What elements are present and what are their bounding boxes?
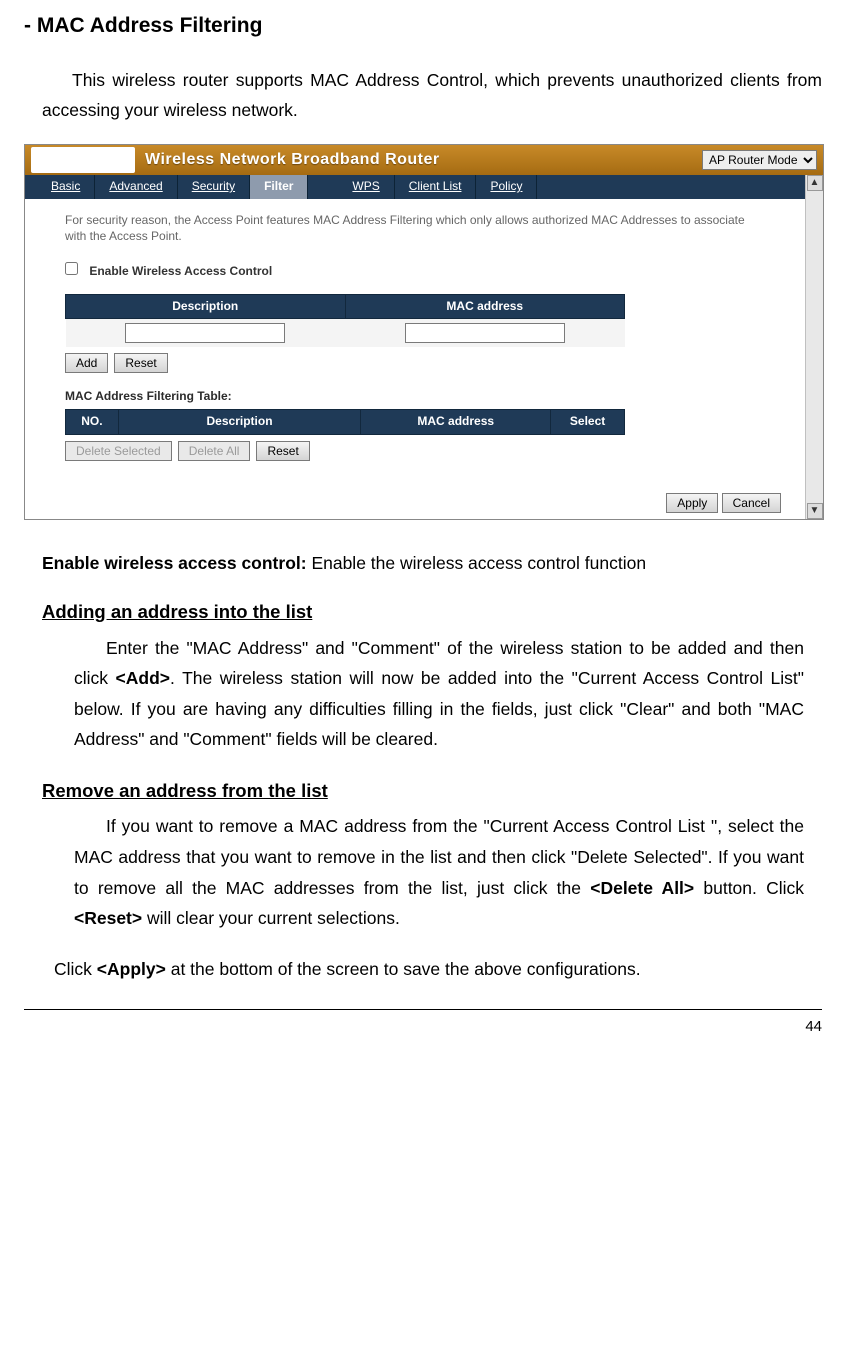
filter-header-no: NO. — [66, 409, 119, 434]
scroll-down-icon[interactable]: ▼ — [807, 503, 823, 519]
remove-heading: Remove an address from the list — [42, 775, 822, 807]
router-title-text: Wireless Network Broadband Router — [145, 150, 440, 171]
remove-bold-delete-all: <Delete All> — [590, 878, 694, 898]
apply-button[interactable]: Apply — [666, 493, 718, 513]
filter-table-title: MAC Address Filtering Table: — [65, 389, 765, 405]
remove-paragraph: If you want to remove a MAC address from… — [74, 811, 804, 934]
router-titlebar: Wireless Network Broadband Router AP Rou… — [25, 145, 823, 175]
section-heading: - MAC Address Filtering — [24, 8, 822, 45]
reset-button[interactable]: Reset — [114, 353, 167, 373]
reset2-button[interactable]: Reset — [256, 441, 309, 461]
tab-policy[interactable]: Policy — [476, 175, 537, 199]
mode-select[interactable]: AP Router Mode — [702, 150, 817, 170]
enable-control-text: Enable the wireless access control funct… — [307, 553, 646, 573]
tab-wps[interactable]: WPS — [338, 175, 394, 199]
router-tabs: Basic Advanced Security Filter WPS Clien… — [25, 175, 805, 199]
add-bold: <Add> — [116, 668, 170, 688]
tab-client-list[interactable]: Client List — [395, 175, 477, 199]
add-paragraph: Enter the "MAC Address" and "Comment" of… — [74, 633, 804, 756]
add-button[interactable]: Add — [65, 353, 108, 373]
entry-header-mac: MAC address — [345, 294, 625, 319]
apply-post: at the bottom of the screen to save the … — [166, 959, 641, 979]
scrollbar[interactable]: ▲ ▼ — [805, 175, 823, 519]
tab-advanced[interactable]: Advanced — [95, 175, 177, 199]
tab-security[interactable]: Security — [178, 175, 250, 199]
apply-pre: Click — [54, 959, 97, 979]
remove-bold-reset: <Reset> — [74, 908, 142, 928]
entry-header-description: Description — [66, 294, 346, 319]
scroll-up-icon[interactable]: ▲ — [807, 175, 823, 191]
enable-checkbox[interactable] — [65, 262, 78, 275]
delete-selected-button[interactable]: Delete Selected — [65, 441, 172, 461]
delete-all-button[interactable]: Delete All — [178, 441, 251, 461]
filter-header-description: Description — [118, 409, 361, 434]
router-note: For security reason, the Access Point fe… — [65, 213, 765, 244]
mac-input[interactable] — [405, 323, 565, 343]
tab-filter[interactable]: Filter — [250, 175, 308, 199]
footer-divider — [24, 1009, 822, 1010]
filter-header-mac: MAC address — [361, 409, 551, 434]
page-number: 44 — [24, 1014, 822, 1040]
enable-checkbox-label: Enable Wireless Access Control — [89, 264, 272, 278]
description-input[interactable] — [125, 323, 285, 343]
add-heading: Adding an address into the list — [42, 596, 822, 628]
remove-para-post: will clear your current selections. — [142, 908, 400, 928]
remove-para-mid: button. Click — [694, 878, 804, 898]
entry-table: Description MAC address — [65, 294, 625, 348]
enable-control-paragraph: Enable wireless access control: Enable t… — [42, 548, 822, 579]
apply-bold: <Apply> — [97, 959, 166, 979]
tab-basic[interactable]: Basic — [37, 175, 95, 199]
router-screenshot: Wireless Network Broadband Router AP Rou… — [24, 144, 824, 520]
add-para-post: . The wireless station will now be added… — [74, 668, 804, 749]
filter-table: NO. Description MAC address Select — [65, 409, 625, 435]
apply-paragraph: Click <Apply> at the bottom of the scree… — [54, 954, 822, 985]
intro-paragraph: This wireless router supports MAC Addres… — [42, 65, 822, 126]
enable-control-label: Enable wireless access control: — [42, 553, 307, 573]
cancel-button[interactable]: Cancel — [722, 493, 781, 513]
filter-header-select: Select — [551, 409, 625, 434]
